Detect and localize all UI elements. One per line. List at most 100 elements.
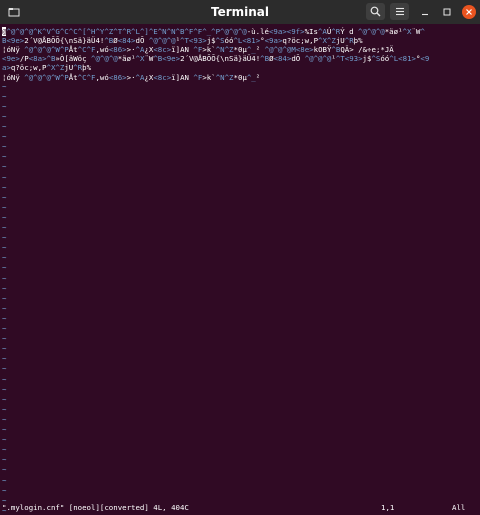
empty-line-tilde: ~ bbox=[2, 202, 7, 212]
empty-line-tilde: ~ bbox=[2, 132, 7, 142]
buffer-line[interactable]: <9e>/P<8a>^B»Ò[äWöç ^@^@^@*äø¹^X¨W^B<9e>… bbox=[2, 54, 429, 63]
control-char-text: <8c> bbox=[153, 45, 172, 55]
empty-line-tilde: ~ bbox=[2, 212, 7, 222]
minimize-icon bbox=[422, 13, 428, 16]
title-bar[interactable]: Terminal bbox=[0, 0, 480, 24]
terminal-content[interactable]: @^@^@^@^K^V^G^C^C^[^H^Y^Z^T^R^L^]^E^N^N^… bbox=[0, 24, 480, 515]
buffer-text: »Ò[äWöç bbox=[55, 54, 92, 64]
empty-line-tilde: ~ bbox=[2, 374, 7, 384]
empty-line-tilde: ~ bbox=[2, 313, 7, 323]
empty-line-tilde: ~ bbox=[2, 152, 7, 162]
buffer-line[interactable]: ¦óNÿ ^@^@^@^W^PÅt^C^F,wó<86>>·^A¿X<8c>ï]… bbox=[2, 73, 260, 82]
control-char-text: <84> bbox=[117, 36, 136, 46]
buffer-text: >k` bbox=[202, 45, 216, 55]
vim-status-line: ".mylogin.cnf" [noeol][converted] 4L, 40… bbox=[0, 503, 480, 513]
buffer-text: 2´V@ÅBÕÕ{\nSä}äÜ4! bbox=[180, 54, 261, 64]
buffer-text: >· bbox=[126, 45, 136, 55]
close-button[interactable] bbox=[462, 5, 476, 19]
empty-line-tilde: ~ bbox=[2, 243, 7, 253]
control-char-text: ^X^Z bbox=[318, 36, 336, 46]
empty-line-tilde: ~ bbox=[2, 253, 7, 263]
buffer-text: ,wó bbox=[95, 72, 109, 82]
buffer-line[interactable]: @^@^@^@^K^V^G^C^C^[^H^Y^Z^T^R^L^]^E^N^N^… bbox=[2, 27, 425, 36]
buffer-text: q?öc;w,P bbox=[282, 36, 319, 46]
empty-line-tilde: ~ bbox=[2, 172, 7, 182]
buffer-text: *0µ bbox=[233, 45, 247, 55]
hamburger-menu-icon bbox=[395, 7, 404, 16]
maximize-icon bbox=[443, 8, 451, 16]
empty-line-tilde: ~ bbox=[2, 81, 7, 91]
scroll-position: All bbox=[452, 503, 466, 512]
buffer-text: %Is bbox=[304, 27, 318, 36]
maximize-button[interactable] bbox=[438, 3, 456, 21]
buffer-text: Ý d bbox=[340, 27, 359, 36]
control-char-text: ^X^Z bbox=[46, 63, 65, 73]
buffer-text: QÄ> /&÷e;*JÄ bbox=[340, 45, 394, 55]
buffer-text: ¦óNÿ bbox=[2, 45, 25, 55]
control-char-text: ^R bbox=[73, 63, 83, 73]
control-char-text: ^B bbox=[331, 45, 341, 55]
empty-line-tilde: ~ bbox=[2, 455, 7, 465]
empty-line-tilde: ~ bbox=[2, 91, 7, 101]
empty-line-tilde: ~ bbox=[2, 485, 7, 495]
control-char-text: ^T<93> bbox=[335, 54, 363, 64]
control-char-text: ^F bbox=[193, 72, 203, 82]
empty-line-tilde: ~ bbox=[2, 324, 7, 333]
control-char-text: a> bbox=[2, 63, 11, 73]
buffer-text: >· bbox=[126, 72, 136, 82]
terminal-window: Terminal @^@^@^@^K^V^G^C^C^[^H^Y^Z^T^R^L… bbox=[0, 0, 480, 515]
buffer-text: Åt bbox=[68, 72, 78, 82]
empty-line-tilde: ~ bbox=[2, 334, 7, 344]
empty-line-tilde: ~ bbox=[2, 192, 7, 202]
control-char-text: ^L<81> bbox=[233, 36, 261, 46]
empty-line-tilde: ~ bbox=[2, 122, 7, 131]
empty-line-tilde: ~ bbox=[2, 101, 7, 111]
buffer-text: Åt bbox=[68, 45, 78, 55]
control-char-text: ^@^@^@^W^P bbox=[24, 72, 69, 82]
empty-line-tilde: ~ bbox=[2, 283, 7, 293]
control-char-text: ^@^@^@ bbox=[148, 36, 176, 46]
buffer-text: jU bbox=[335, 36, 345, 46]
empty-line-tilde: ~ bbox=[2, 293, 7, 303]
minimize-button[interactable] bbox=[416, 3, 434, 21]
control-char-text: ^_ bbox=[246, 45, 256, 55]
control-char-text: B<9e> bbox=[2, 36, 25, 46]
menu-button[interactable] bbox=[390, 3, 409, 20]
empty-line-tilde: ~ bbox=[2, 273, 7, 283]
buffer-line[interactable]: ¦óNÿ ^@^@^@^W^PÅt^C^F,wó<86>>·^A¿X<8c>ï]… bbox=[2, 45, 394, 54]
tab-icon[interactable] bbox=[5, 3, 23, 21]
empty-line-tilde: ~ bbox=[2, 414, 7, 424]
empty-line-tilde: ~ bbox=[2, 364, 7, 374]
buffer-text: jU bbox=[64, 63, 74, 73]
buffer-text: kOBŸ bbox=[313, 45, 332, 55]
control-char-text: ^@^@^@ bbox=[358, 27, 385, 36]
buffer-line[interactable]: B<9e>2´V@ÅBÕÕ{\nSä}äÜ4!^BØ<84>dÕ ^@^@^@¹… bbox=[2, 36, 363, 45]
empty-line-tilde: ~ bbox=[2, 394, 7, 404]
control-char-text: ^F bbox=[193, 45, 203, 55]
control-char-text: ^T<93> bbox=[180, 36, 207, 46]
control-char-text: <9a><9f> bbox=[268, 27, 305, 36]
empty-line-tilde: ~ bbox=[2, 475, 7, 485]
control-char-text: ^C^F bbox=[77, 45, 96, 55]
cursor-position: 1,1 bbox=[381, 503, 395, 512]
control-char-text: <86> bbox=[108, 72, 127, 82]
buffer-text: ï]AN bbox=[171, 45, 194, 55]
control-char-text: ^R bbox=[331, 27, 341, 36]
buffer-line[interactable]: a>q?öc;w,P^X^ZjU^Rþ% bbox=[2, 63, 91, 72]
control-char-text: ^@^@^@^K^V^G^C^C^[^H^Y^Z^T^R^L^]^E^N^N^B… bbox=[6, 27, 247, 36]
buffer-text: ¦óNÿ bbox=[2, 72, 25, 82]
buffer-text: *äø¹ bbox=[117, 54, 136, 64]
buffer-text: ,wó bbox=[95, 45, 109, 55]
empty-line-tilde: ~ bbox=[2, 233, 7, 243]
control-char-text: ^C^F bbox=[77, 72, 96, 82]
control-char-text: ^@^@^@M<8e> bbox=[264, 45, 314, 55]
buffer-text: >k` bbox=[202, 72, 216, 82]
empty-line-tilde: ~ bbox=[2, 425, 7, 434]
search-button[interactable] bbox=[366, 3, 385, 20]
control-char-text: ^L<81> bbox=[389, 54, 416, 64]
buffer-text: q?öc;w,P bbox=[10, 63, 47, 73]
empty-line-tilde: ~ bbox=[2, 182, 7, 192]
control-char-text: ^ bbox=[420, 27, 425, 36]
control-char-text: ^@^@^@^W^P bbox=[24, 45, 69, 55]
empty-line-tilde: ~ bbox=[2, 303, 7, 313]
